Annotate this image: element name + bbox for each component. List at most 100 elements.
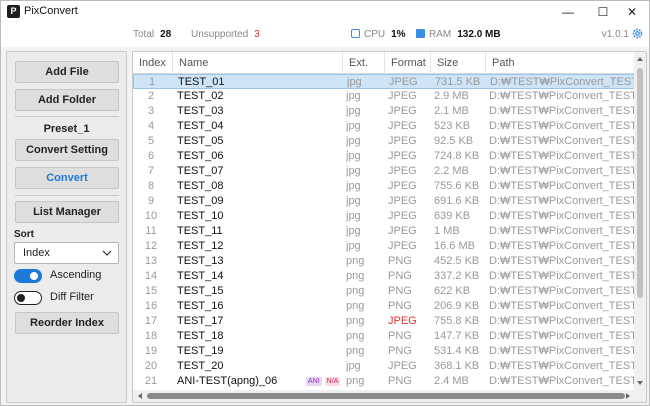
row-path-text: D:₩TEST₩PixConvert_TESTFile₩20 <box>489 300 635 312</box>
row-path-text: D:₩TEST₩PixConvert_TESTFile₩20 <box>489 105 635 117</box>
row-name: TEST_16 <box>177 299 343 314</box>
table-row[interactable]: 18 TEST_18 png PNG 147.7 KB D:₩TEST₩PixConver… <box>133 329 635 344</box>
close-button[interactable]: ✕ <box>615 1 649 23</box>
gear-icon[interactable] <box>631 27 644 40</box>
diff-filter-toggle[interactable] <box>14 291 42 305</box>
column-header-format[interactable]: Format <box>385 52 431 74</box>
row-format: JPEG <box>388 239 428 254</box>
row-format-text: PNG <box>388 255 412 267</box>
row-size-text: 368.1 KB <box>434 360 480 372</box>
row-name-text: TEST_13 <box>177 255 224 267</box>
scroll-up-icon[interactable] <box>636 55 644 63</box>
cpu-value: 1% <box>391 29 406 40</box>
table-row[interactable]: 5 TEST_05 jpg JPEG 92.5 KB D:₩TEST₩PixConvert… <box>133 134 635 149</box>
ascending-label: Ascending <box>50 269 102 281</box>
table-row[interactable]: 9 TEST_09 jpg JPEG 691.6 KB D:₩TEST₩PixConver… <box>133 194 635 209</box>
scroll-down-icon[interactable] <box>636 379 644 387</box>
table-row[interactable]: 2 TEST_02 jpg JPEG 2.9 MB D:₩TEST₩PixConvert_… <box>133 89 635 104</box>
row-path-text: D:₩TEST₩PixConvert_TESTFile₩20 <box>489 330 635 342</box>
convert-setting-button[interactable]: Convert Setting <box>15 139 119 161</box>
vertical-scrollbar[interactable] <box>634 52 646 390</box>
row-format-text: JPEG <box>388 180 417 192</box>
table-row[interactable]: 16 TEST_16 png PNG 206.9 KB D:₩TEST₩PixConver… <box>133 299 635 314</box>
table-row[interactable]: 17 TEST_17 png JPEG 755.8 KB D:₩TEST₩PixConve… <box>133 314 635 329</box>
row-name: TEST_19 <box>177 344 343 359</box>
row-format-text: JPEG <box>388 105 417 117</box>
table-row[interactable]: 1 TEST_01 jpg JPEG 731.5 KB D:₩TEST₩PixConver… <box>133 74 636 89</box>
table-row[interactable]: 14 TEST_14 png PNG 337.2 KB D:₩TEST₩PixConver… <box>133 269 635 284</box>
row-ext: png <box>346 284 382 299</box>
file-table[interactable]: Index Name Ext. Format Size Path 1 TEST_0… <box>132 51 647 403</box>
row-ext-text: jpg <box>346 180 361 192</box>
row-path-text: D:₩TEST₩PixConvert_TESTFile₩20 <box>489 120 635 132</box>
column-header-ext[interactable]: Ext. <box>343 52 385 74</box>
row-size: 755.8 KB <box>434 314 486 329</box>
table-header: Index Name Ext. Format Size Path <box>133 52 635 74</box>
row-format-text: JPEG <box>388 210 417 222</box>
row-ext-text: png <box>346 270 365 282</box>
column-header-path[interactable]: Path <box>486 52 635 74</box>
table-row[interactable]: 12 TEST_12 jpg JPEG 16.6 MB D:₩TEST₩PixConver… <box>133 239 635 254</box>
row-format: PNG <box>388 329 428 344</box>
row-format-text: JPEG <box>388 165 417 177</box>
row-size: 523 KB <box>434 119 486 134</box>
table-row[interactable]: 7 TEST_07 jpg JPEG 2.2 MB D:₩TEST₩PixConvert_… <box>133 164 635 179</box>
table-row[interactable]: 13 TEST_13 png PNG 452.5 KB D:₩TEST₩PixConver… <box>133 254 635 269</box>
table-row[interactable]: 4 TEST_04 jpg JPEG 523 KB D:₩TEST₩PixConvert_… <box>133 119 635 134</box>
row-format-text: PNG <box>388 375 412 387</box>
row-size: 368.1 KB <box>434 359 486 374</box>
ascending-toggle[interactable] <box>14 269 42 283</box>
table-row[interactable]: 20 TEST_20 jpg JPEG 368.1 KB D:₩TEST₩PixConve… <box>133 359 635 374</box>
table-row[interactable]: 11 TEST_11 jpg JPEG 1 MB D:₩TEST₩PixConvert_T… <box>133 224 635 239</box>
row-name-text: TEST_19 <box>177 345 224 357</box>
row-index: 3 <box>133 104 169 119</box>
column-header-index[interactable]: Index <box>133 52 173 74</box>
table-row[interactable]: 21 ANI-TEST(apng)_06 ANI N/A png PNG 2.4 MB D:₩… <box>133 374 635 389</box>
row-index: 18 <box>133 329 169 344</box>
table-row[interactable]: 19 TEST_19 png PNG 531.4 KB D:₩TEST₩PixConver… <box>133 344 635 359</box>
add-file-button[interactable]: Add File <box>15 61 119 83</box>
row-format: PNG <box>388 269 428 284</box>
row-ext: jpg <box>346 134 382 149</box>
row-name: TEST_06 <box>177 149 343 164</box>
reorder-index-button[interactable]: Reorder Index <box>15 312 119 334</box>
convert-button[interactable]: Convert <box>15 167 119 189</box>
list-manager-button[interactable]: List Manager <box>15 201 119 223</box>
column-header-size[interactable]: Size <box>431 52 486 74</box>
ani-badge: ANI <box>306 377 322 386</box>
sort-select[interactable]: Index <box>14 242 119 264</box>
column-header-name[interactable]: Name <box>173 52 343 74</box>
vertical-scroll-thumb[interactable] <box>637 68 643 298</box>
toggle-knob <box>30 272 38 280</box>
total-stat: Total 28 <box>133 29 171 40</box>
minimize-button[interactable]: — <box>551 1 585 23</box>
row-ext-text: jpg <box>346 210 361 222</box>
add-folder-button[interactable]: Add Folder <box>15 89 119 111</box>
horizontal-scroll-thumb[interactable] <box>147 393 625 399</box>
row-path-text: D:₩TEST₩PixConvert_TESTFile₩20 <box>489 150 635 162</box>
scroll-right-icon[interactable] <box>624 392 632 400</box>
scroll-left-icon[interactable] <box>136 392 144 400</box>
cpu-icon <box>351 29 360 38</box>
table-row[interactable]: 8 TEST_08 jpg JPEG 755.6 KB D:₩TEST₩PixConver… <box>133 179 635 194</box>
preset-name: Preset_1 <box>43 123 90 135</box>
table-row[interactable]: 15 TEST_15 png PNG 622 KB D:₩TEST₩PixConvert_… <box>133 284 635 299</box>
row-format-text: JPEG <box>388 120 417 132</box>
table-row[interactable]: 10 TEST_10 jpg JPEG 639 KB D:₩TEST₩PixConvert… <box>133 209 635 224</box>
row-size: 452.5 KB <box>434 254 486 269</box>
row-name: TEST_02 <box>177 89 343 104</box>
row-path-text: D:₩TEST₩PixConvert_TESTFile₩20 <box>489 195 635 207</box>
horizontal-scrollbar[interactable] <box>133 390 646 402</box>
row-size-text: 452.5 KB <box>434 255 480 267</box>
row-path: D:₩TEST₩PixConvert_TESTFile₩20 <box>489 149 635 164</box>
row-size-text: 2.9 MB <box>434 90 469 102</box>
row-size: 531.4 KB <box>434 344 486 359</box>
row-name: TEST_18 <box>177 329 343 344</box>
ram-value: 132.0 MB <box>457 29 501 40</box>
row-format: JPEG <box>388 224 428 239</box>
table-row[interactable]: 3 TEST_03 jpg JPEG 2.1 MB D:₩TEST₩PixConvert_… <box>133 104 635 119</box>
row-path-text: D:₩TEST₩PixConvert_TESTFile₩20 <box>489 210 635 222</box>
table-row[interactable]: 6 TEST_06 jpg JPEG 724.8 KB D:₩TEST₩PixConver… <box>133 149 635 164</box>
row-ext: jpg <box>346 164 382 179</box>
row-index-text: 10 <box>144 210 158 222</box>
